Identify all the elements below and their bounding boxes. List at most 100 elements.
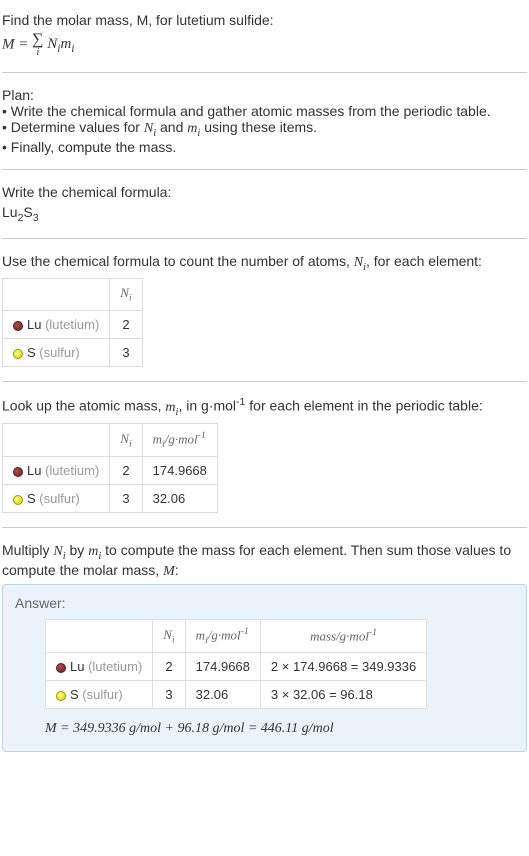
sigma-symbol: ∑i [32,32,43,58]
m-header: mi/g·mol-1 [142,424,217,457]
mass-heading-post: for each element in the periodic table: [245,398,482,414]
m-unit: /g·mol [208,627,241,642]
mass-heading-m: mi [165,400,178,415]
plan-heading: Plan: [2,87,527,103]
blank-header [3,279,110,311]
divider [2,72,527,73]
formula-heading: Write the chemical formula: [2,184,527,200]
divider [2,527,527,528]
n-header: Ni [110,279,142,311]
table-row: Lu (lutetium) 2 174.9668 2 × 174.9668 = … [46,653,427,681]
divider [2,381,527,382]
formula-lhs: M = [2,36,32,52]
s-count: 3 [110,338,142,366]
plan-b2-m: mi [187,121,200,136]
count-table: Ni Lu (lutetium) 2 S (sulfur) 3 [2,278,143,367]
table-row: S (sulfur) 3 32.06 [3,485,218,513]
lu-name: (lutetium) [45,317,99,332]
s-symbol: S [27,345,36,360]
blank-header [3,424,110,457]
s-mass: 32.06 [142,485,217,513]
answer-box: Answer: Ni mi/g·mol-1 mass/g·mol-1 Lu (l… [2,584,527,752]
mult-m: mi [88,544,101,559]
multiply-heading: Multiply Ni by mi to compute the mass fo… [2,542,527,580]
element-cell-s: S (sulfur) [46,681,153,709]
lu-mass-calc: 2 × 174.9668 = 349.9336 [260,653,426,681]
s-name: (sulfur) [82,687,122,702]
divider [2,238,527,239]
m-header: mi/g·mol-1 [185,620,260,653]
lu-symbol: Lu [27,463,41,478]
final-molar-mass: M = 349.9336 g/mol + 96.18 g/mol = 446.1… [45,721,514,737]
table-header-row: Ni mi/g·mol-1 [3,424,218,457]
s-n: 3 [153,681,185,709]
lu-n: 2 [153,653,185,681]
answer-table: Ni mi/g·mol-1 mass/g·mol-1 Lu (lutetium)… [45,619,427,709]
divider [2,169,527,170]
table-row: S (sulfur) 3 [3,338,143,366]
plan-bullet-3: • Finally, compute the mass. [2,139,527,155]
formula-section: Write the chemical formula: Lu2S3 [2,178,527,230]
formula-rhs: Nimi [44,36,75,52]
m-unit: /g·mol [165,432,198,447]
count-heading-pre: Use the chemical formula to count the nu… [2,253,354,269]
lu-count: 2 [110,310,142,338]
table-header-row: Ni [3,279,143,311]
plan-b2-post: using these items. [200,119,317,135]
mass-exp: -1 [369,627,377,638]
mass-table: Ni mi/g·mol-1 Lu (lutetium) 2 174.9668 S… [2,423,218,513]
plan-section: Plan: • Write the chemical formula and g… [2,81,527,161]
mult-mid: by [66,542,89,558]
lu-name: (lutetium) [88,659,142,674]
mass-heading-pre: Look up the atomic mass, [2,398,165,414]
lu-mass: 174.9668 [142,457,217,485]
count-heading-n: Ni [354,255,366,270]
plan-b2-mid: and [156,119,187,135]
s-swatch-icon [13,349,23,359]
plan-b2-pre: • Determine values for [2,119,144,135]
lu-swatch-icon [13,467,23,477]
s-mass-calc: 3 × 32.06 = 96.18 [260,681,426,709]
lu-m: 174.9668 [185,653,260,681]
mass-lookup-section: Look up the atomic mass, mi, in g·mol-1 … [2,390,527,519]
chemical-formula: Lu2S3 [2,204,527,224]
table-row: Lu (lutetium) 2 174.9668 [3,457,218,485]
multiply-section: Multiply Ni by mi to compute the mass fo… [2,536,527,758]
s-name: (sulfur) [39,345,79,360]
mult-n: Ni [53,544,65,559]
answer-label: Answer: [15,595,514,611]
s-symbol: S [27,491,36,506]
element-cell-lu: Lu (lutetium) [3,310,110,338]
count-heading-post: , for each element: [366,253,482,269]
n-header: Ni [110,424,142,457]
lu-swatch-icon [56,663,66,673]
mass-heading-mid: , in g·mol [178,398,236,414]
mass-pre: mass/g·mol [310,629,369,644]
count-section: Use the chemical formula to count the nu… [2,247,527,373]
element-cell-s: S (sulfur) [3,338,110,366]
molar-mass-formula: M = ∑i Nimi [2,32,527,58]
plan-b2-n: Ni [144,121,156,136]
m-exp: -1 [241,626,249,637]
lu-symbol: Lu [27,317,41,332]
intro-section: Find the molar mass, M, for lutetium sul… [2,6,527,64]
table-row: Lu (lutetium) 2 [3,310,143,338]
table-header-row: Ni mi/g·mol-1 mass/g·mol-1 [46,620,427,653]
plan-bullet-1: • Write the chemical formula and gather … [2,103,527,119]
count-heading: Use the chemical formula to count the nu… [2,253,527,273]
s-name: (sulfur) [39,491,79,506]
lu-name: (lutetium) [45,463,99,478]
s-swatch-icon [13,495,23,505]
s-swatch-icon [56,691,66,701]
mass-header: mass/g·mol-1 [260,620,426,653]
element-cell-lu: Lu (lutetium) [46,653,153,681]
mult-big-m: M [163,564,175,579]
intro-text: Find the molar mass, M, for lutetium sul… [2,12,527,28]
lu-swatch-icon [13,321,23,331]
element-cell-lu: Lu (lutetium) [3,457,110,485]
s-m: 32.06 [185,681,260,709]
blank-header [46,620,153,653]
s-n: 3 [110,485,142,513]
s-symbol: S [70,687,79,702]
lu-symbol: Lu [70,659,84,674]
